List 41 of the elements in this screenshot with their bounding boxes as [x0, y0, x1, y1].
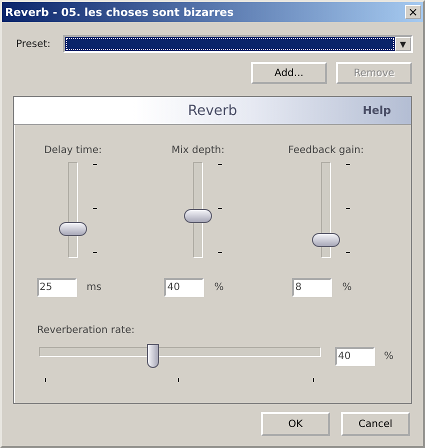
- vertical-slider[interactable]: [184, 162, 212, 258]
- unit-label: %: [342, 282, 352, 293]
- tick-mark: [346, 252, 350, 253]
- unit-label: ms: [86, 282, 102, 293]
- add-button[interactable]: Add...: [251, 62, 327, 84]
- preset-dropdown[interactable]: ▼: [62, 35, 413, 53]
- horizontal-slider[interactable]: [39, 344, 321, 368]
- value-field[interactable]: 40: [164, 278, 204, 297]
- help-link[interactable]: Help: [362, 104, 391, 117]
- vertical-slider[interactable]: [312, 162, 340, 258]
- slider-label: Delay time:: [44, 145, 102, 156]
- tick-mark: [218, 252, 222, 253]
- tick-mark: [218, 208, 222, 209]
- tick-mark: [313, 378, 314, 382]
- slider-thumb[interactable]: [184, 208, 212, 223]
- slider-label: Feedback gain:: [288, 145, 364, 156]
- slider-label: Mix depth:: [172, 145, 224, 156]
- unit-label: %: [214, 282, 224, 293]
- tick-mark: [346, 164, 350, 165]
- value-field[interactable]: 25: [36, 278, 77, 297]
- tick-mark: [93, 208, 97, 209]
- tick-mark: [346, 208, 350, 209]
- slider-thumb[interactable]: [59, 222, 87, 236]
- vertical-slider[interactable]: [59, 162, 87, 258]
- ok-button[interactable]: OK: [261, 412, 330, 436]
- panel-title: Reverb: [188, 102, 238, 118]
- tick-mark: [45, 378, 46, 382]
- tick-mark: [178, 378, 179, 382]
- cancel-button[interactable]: Cancel: [341, 412, 410, 436]
- tick-mark: [93, 252, 97, 253]
- preset-label: Preset:: [16, 38, 51, 50]
- tick-mark: [93, 164, 97, 165]
- slider-label: Reverberation rate:: [37, 325, 136, 336]
- close-button[interactable]: ×: [405, 5, 421, 19]
- window-title: Reverb - 05. les choses sont bizarres: [5, 6, 234, 18]
- unit-label: %: [384, 350, 394, 362]
- value-field[interactable]: 8: [292, 278, 332, 297]
- value-field[interactable]: 40: [335, 346, 375, 366]
- tick-mark: [218, 164, 222, 165]
- slider-thumb[interactable]: [312, 233, 340, 248]
- slider-thumb[interactable]: [147, 344, 159, 368]
